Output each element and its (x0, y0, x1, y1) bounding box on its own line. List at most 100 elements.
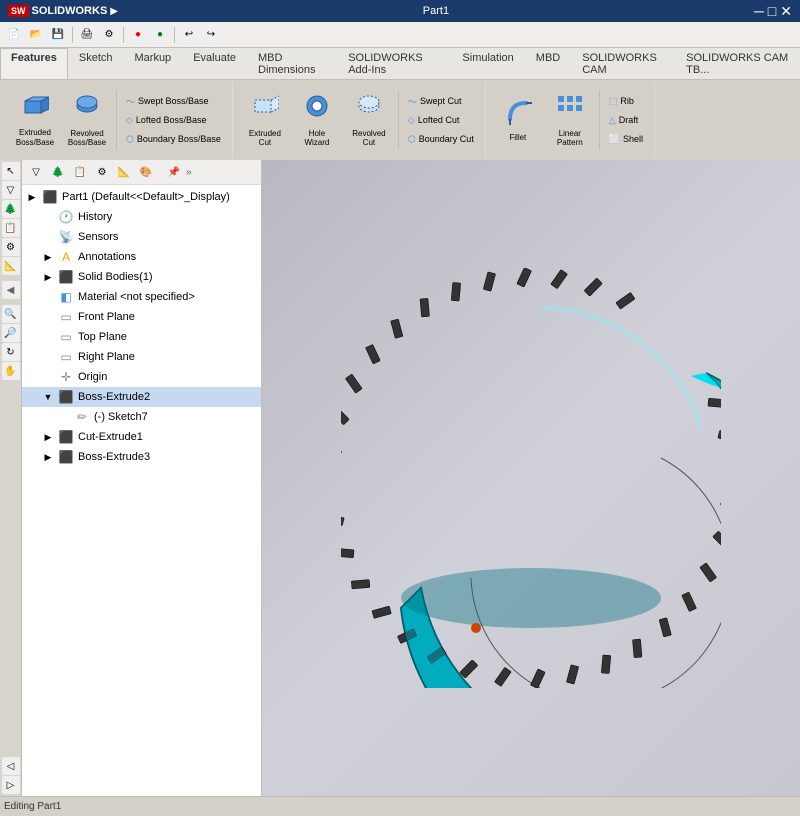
tab-mbd-dimensions[interactable]: MBD Dimensions (247, 48, 337, 79)
ribbon-group-cut: ExtrudedCut HoleWizard RevolvedCut 〜 Swe… (234, 82, 486, 158)
tab-mbd[interactable]: MBD (525, 48, 571, 79)
ft-config-btn[interactable]: ⚙ (92, 162, 112, 182)
sketch7-label: (-) Sketch7 (94, 411, 148, 423)
ribbon-group-features: Fillet LinearPattern ⬚ Rib △ (487, 82, 655, 158)
zoom-in-btn[interactable]: 🔍 (2, 305, 20, 323)
save-btn[interactable]: 💾 (48, 25, 68, 45)
shell-btn[interactable]: ⬜ Shell (604, 130, 648, 148)
close-btn[interactable]: ✕ (780, 3, 792, 20)
undo-btn[interactable]: ↩ (179, 25, 199, 45)
ft-item-right-plane[interactable]: ▭ Right Plane (22, 347, 261, 367)
hole-wizard-btn[interactable]: HoleWizard (292, 90, 342, 150)
ft-item-top-plane[interactable]: ▭ Top Plane (22, 327, 261, 347)
minimize-btn[interactable]: ─ (754, 3, 764, 20)
window-controls[interactable]: ─ □ ✕ (754, 3, 792, 20)
maximize-btn[interactable]: □ (768, 3, 776, 20)
zoom-out-btn[interactable]: 🔎 (2, 324, 20, 342)
ft-item-cut-extrude1[interactable]: ▶ ⬛ Cut-Extrude1 (22, 427, 261, 447)
swept-cut-btn[interactable]: 〜 Swept Cut (403, 92, 479, 110)
ft-prop-btn[interactable]: 📋 (70, 162, 90, 182)
shell-icon: ⬜ (609, 134, 620, 145)
rib-btn[interactable]: ⬚ Rib (604, 92, 648, 110)
config-mgr-btn[interactable]: ⚙ (2, 238, 20, 256)
show-arrows-btn[interactable]: ▷ (2, 776, 20, 794)
tab-addins[interactable]: SOLIDWORKS Add-Ins (337, 48, 451, 79)
boundary-boss-base-btn[interactable]: ⬡ Boundary Boss/Base (121, 130, 226, 148)
front-plane-label: Front Plane (78, 311, 135, 323)
lofted-boss-icon: ◇ (126, 115, 133, 126)
hole-wizard-icon (303, 92, 331, 126)
solid-bodies-label: Solid Bodies(1) (78, 271, 153, 283)
ft-dim-btn[interactable]: 📐 (114, 162, 134, 182)
boss-extrude3-label: Boss-Extrude3 (78, 451, 150, 463)
traffic-light-green[interactable]: ● (150, 25, 170, 45)
print-btn[interactable]: 🖨 (77, 25, 97, 45)
revolved-cut-btn[interactable]: RevolvedCut (344, 90, 394, 150)
linear-pattern-btn[interactable]: LinearPattern (545, 90, 595, 150)
dim-expert-btn[interactable]: 📐 (2, 257, 20, 275)
ft-item-boss-extrude2[interactable]: ▼ ⬛ Boss-Extrude2 (22, 387, 261, 407)
filter-btn[interactable]: ▽ (2, 181, 20, 199)
property-mgr-btn[interactable]: 📋 (2, 219, 20, 237)
top-plane-label: Top Plane (78, 331, 127, 343)
lofted-cut-btn[interactable]: ◇ Lofted Cut (403, 111, 479, 129)
swept-boss-base-btn[interactable]: 〜 Swept Boss/Base (121, 92, 226, 110)
ft-item-origin[interactable]: ✛ Origin (22, 367, 261, 387)
tab-sw-cam-tb[interactable]: SOLIDWORKS CAM TB... (675, 48, 800, 79)
traffic-light-red[interactable]: ● (128, 25, 148, 45)
ft-root-item[interactable]: ▶ ⬛ Part1 (Default<<Default>_Display) (22, 187, 261, 207)
extruded-boss-base-btn[interactable]: ExtrudedBoss/Base (10, 90, 60, 150)
viewport[interactable]: ↖ ✏ 📐 ⟺ ↩ 👁 3D ↻ ⬚ ⌒ 🔍 ✋ ◧ ⬜ ⬚ 📏 (262, 160, 800, 796)
extruded-cut-btn[interactable]: ExtrudedCut (240, 90, 290, 150)
extruded-cut-icon (251, 92, 279, 126)
ft-item-sketch7[interactable]: ✏ (-) Sketch7 (22, 407, 261, 427)
fillet-label: Fillet (509, 133, 526, 143)
ft-pin-btn[interactable]: 📌 (164, 162, 184, 182)
ft-item-history[interactable]: 🕐 History (22, 207, 261, 227)
ft-item-front-plane[interactable]: ▭ Front Plane (22, 307, 261, 327)
tab-sketch[interactable]: Sketch (68, 48, 124, 79)
ft-appearance-btn[interactable]: 🎨 (136, 162, 156, 182)
fillet-icon (504, 97, 532, 131)
tab-features[interactable]: Features (0, 48, 68, 79)
app-logo: SW SOLIDWORKS ▶ (8, 5, 118, 17)
tab-evaluate[interactable]: Evaluate (182, 48, 247, 79)
arrow-tool-btn[interactable]: ↖ (2, 162, 20, 180)
ft-item-material[interactable]: ◧ Material <not specified> (22, 287, 261, 307)
fillet-btn[interactable]: Fillet (493, 90, 543, 150)
options-btn[interactable]: ⚙ (99, 25, 119, 45)
tab-sw-cam[interactable]: SOLIDWORKS CAM (571, 48, 675, 79)
open-btn[interactable]: 📂 (26, 25, 46, 45)
feature-tree-btn[interactable]: 🌲 (2, 200, 20, 218)
ft-item-sensors[interactable]: 📡 Sensors (22, 227, 261, 247)
ft-tree-btn[interactable]: 🌲 (48, 162, 68, 182)
pan-btn[interactable]: ✋ (2, 362, 20, 380)
status-bar: Editing Part1 (0, 796, 800, 816)
ft-filter-btn[interactable]: ▽ (26, 162, 46, 182)
swept-boss-icon: 〜 (126, 95, 135, 108)
ft-item-annotations[interactable]: ▶ A Annotations (22, 247, 261, 267)
lofted-boss-base-btn[interactable]: ◇ Lofted Boss/Base (121, 111, 226, 129)
boss-extrude2-expander: ▼ (42, 391, 54, 403)
hide-panel-btn[interactable]: ◀ (2, 281, 20, 299)
app-name: SOLIDWORKS (32, 5, 108, 17)
cut-extrude1-icon: ⬛ (58, 430, 74, 444)
draft-btn[interactable]: △ Draft (604, 111, 648, 129)
quick-access-toolbar: 📄 📂 💾 🖨 ⚙ ● ● ↩ ↪ (0, 22, 800, 48)
status-text: Editing Part1 (4, 801, 61, 812)
tab-simulation[interactable]: Simulation (451, 48, 524, 79)
group-divider-2 (398, 90, 399, 150)
revolved-boss-base-btn[interactable]: RevolvedBoss/Base (62, 90, 112, 150)
sensors-icon: 📡 (58, 230, 74, 244)
ft-item-boss-extrude3[interactable]: ▶ ⬛ Boss-Extrude3 (22, 447, 261, 467)
boundary-cut-icon: ⬡ (408, 134, 416, 145)
extruded-boss-label: ExtrudedBoss/Base (16, 128, 54, 147)
redo-btn[interactable]: ↪ (201, 25, 221, 45)
hide-arrows-btn[interactable]: ◁ (2, 757, 20, 775)
boundary-cut-btn[interactable]: ⬡ Boundary Cut (403, 130, 479, 148)
rotate-btn[interactable]: ↻ (2, 343, 20, 361)
tab-markup[interactable]: Markup (124, 48, 183, 79)
new-btn[interactable]: 📄 (4, 25, 24, 45)
history-label: History (78, 211, 112, 223)
ft-item-solid-bodies[interactable]: ▶ ⬛ Solid Bodies(1) (22, 267, 261, 287)
